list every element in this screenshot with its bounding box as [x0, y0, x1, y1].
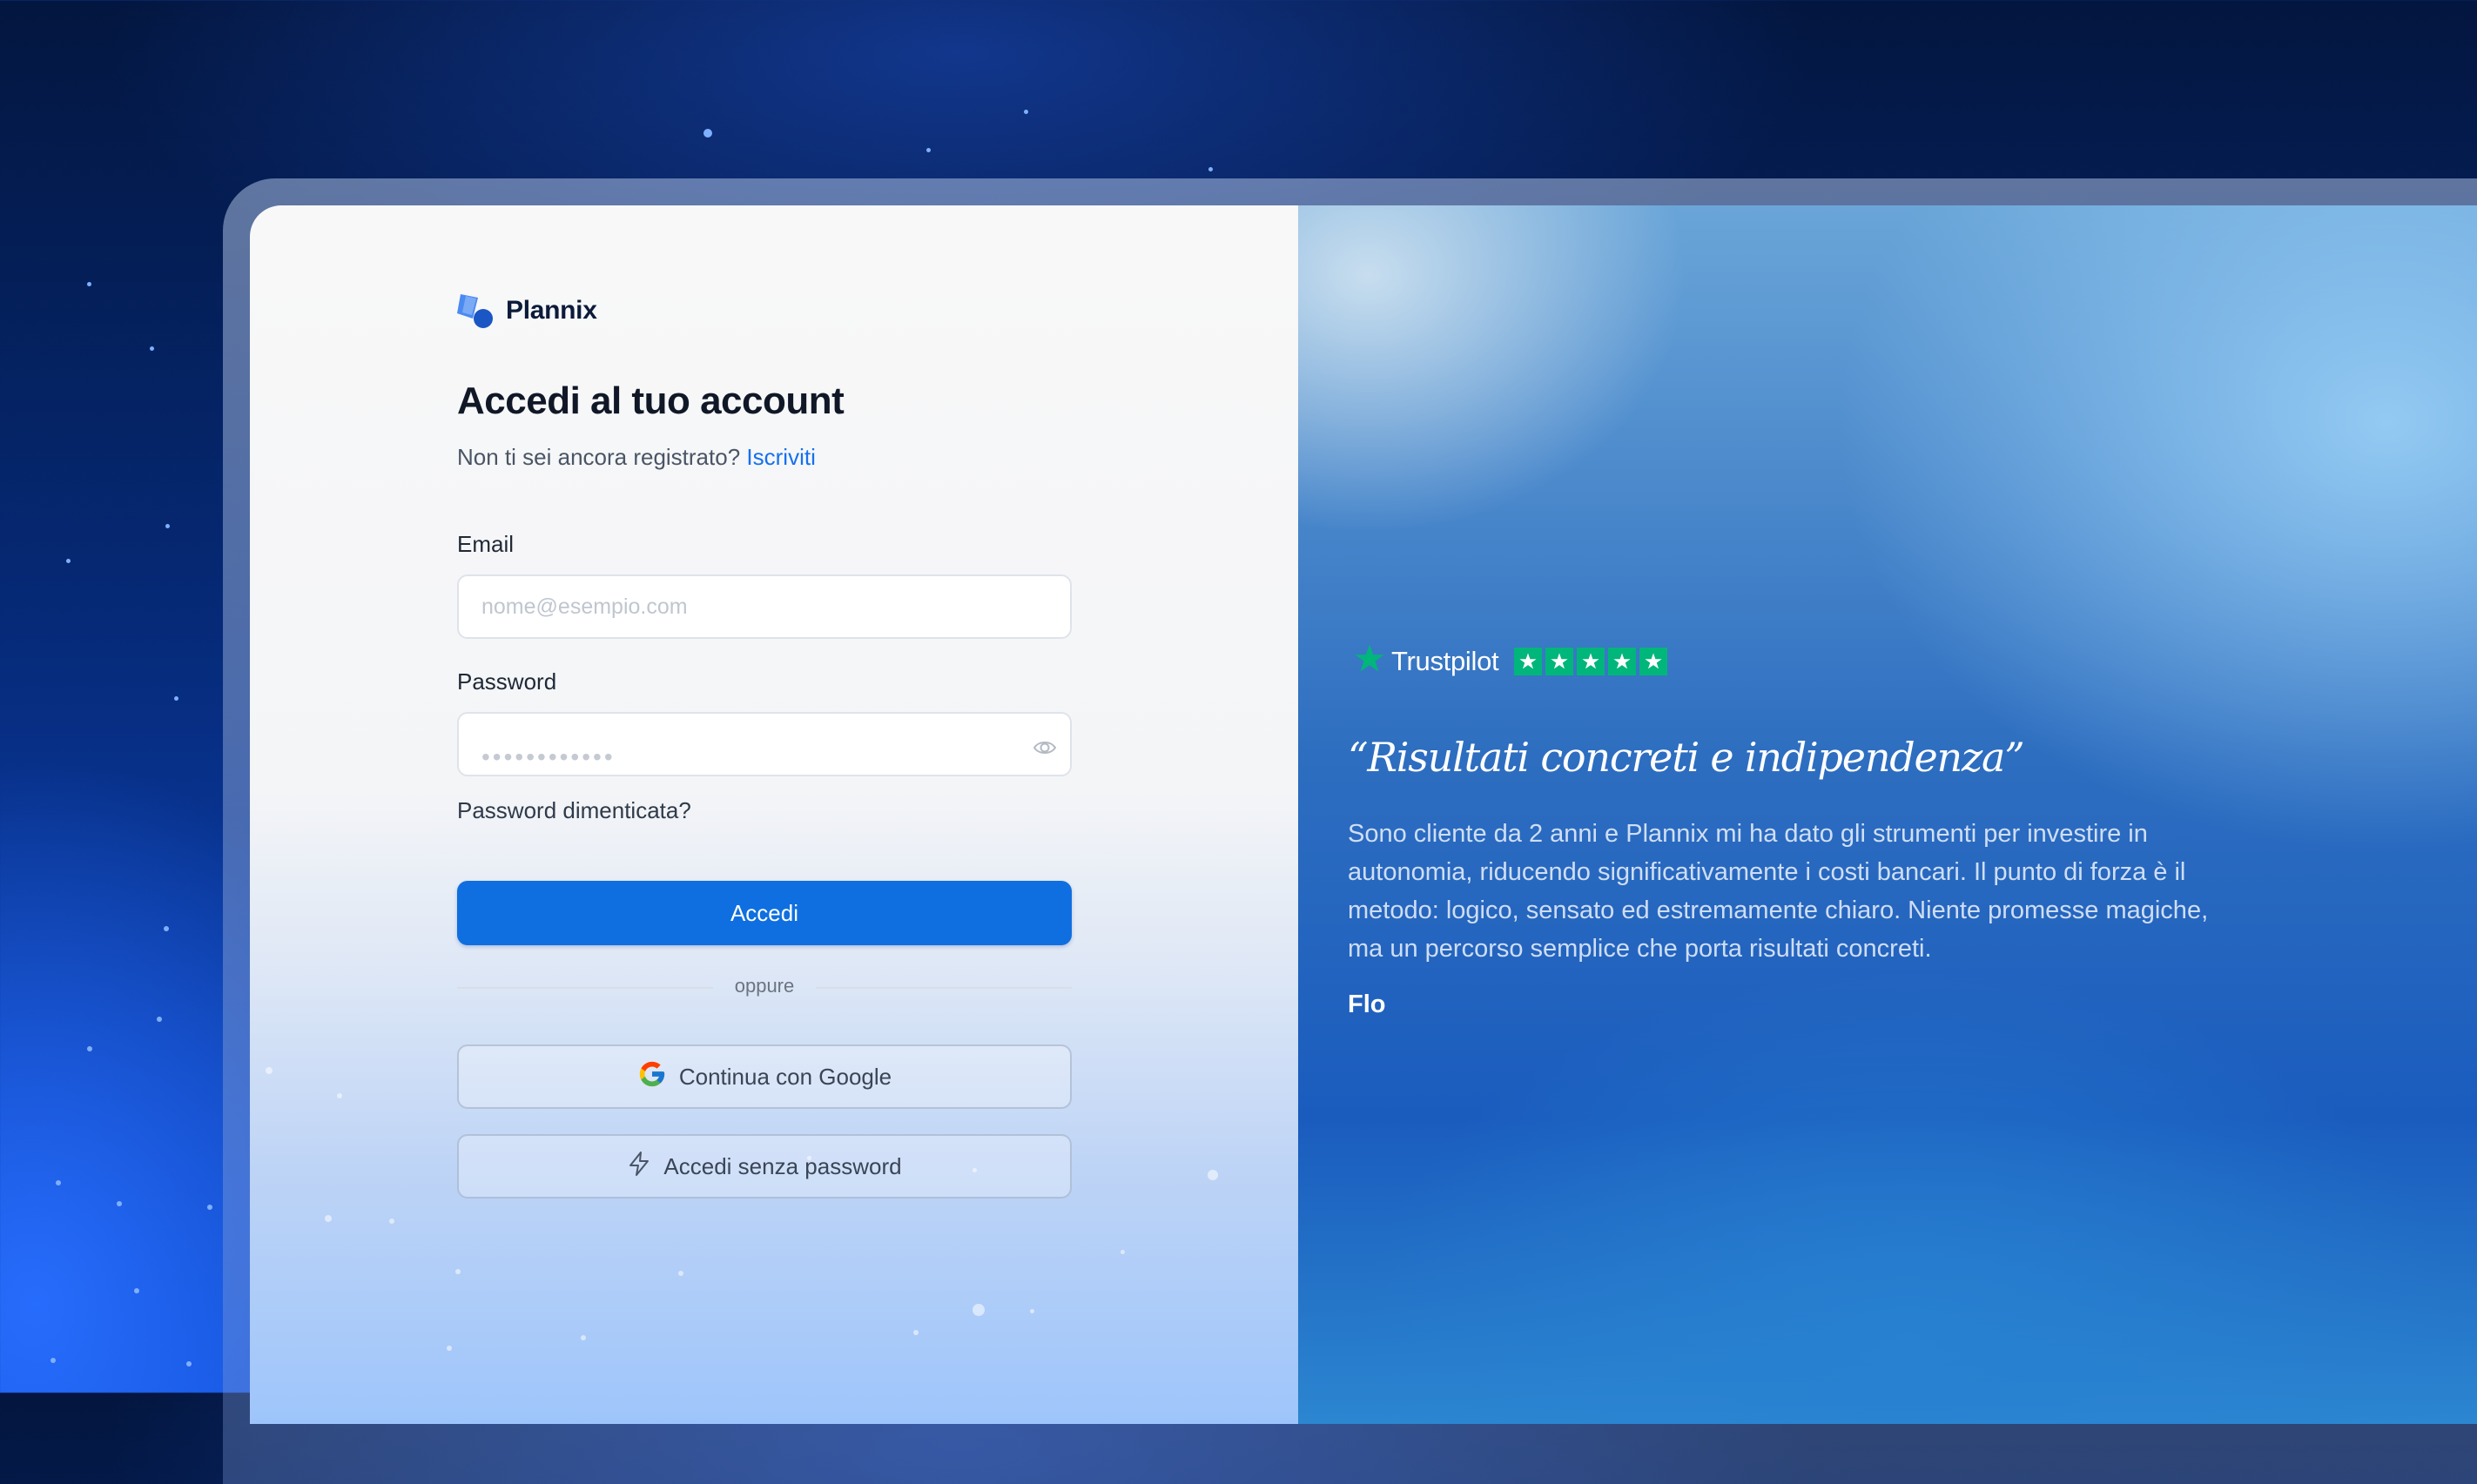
signup-prompt: Non ti sei ancora registrato? Iscriviti — [457, 444, 816, 471]
rating-star-icon — [1545, 647, 1574, 675]
background-star — [174, 696, 178, 701]
google-signin-button[interactable]: Continua con Google — [457, 1044, 1072, 1109]
background-star — [165, 524, 170, 528]
google-signin-label: Continua con Google — [678, 1063, 892, 1090]
spark — [337, 1093, 342, 1098]
forgot-password-link[interactable]: Password dimenticata? — [457, 797, 691, 824]
background-star — [1208, 167, 1213, 171]
rating-star-icon — [1639, 647, 1668, 675]
login-panel: Plannix Accedi al tuo account Non ti sei… — [250, 205, 1298, 1424]
trustpilot-brand: Trustpilot — [1353, 642, 1499, 680]
background-star — [186, 1361, 192, 1366]
passwordless-signin-button[interactable]: Accedi senza password — [457, 1134, 1072, 1199]
spark — [325, 1215, 332, 1222]
brand-name: Plannix — [506, 296, 597, 325]
background-star — [50, 1358, 56, 1363]
divider-text: oppure — [734, 975, 795, 997]
passwordless-signin-label: Accedi senza password — [663, 1152, 902, 1179]
page-title: Accedi al tuo account — [457, 379, 845, 422]
background-star — [164, 926, 169, 931]
lightning-icon — [627, 1151, 651, 1183]
password-label: Password — [457, 668, 557, 695]
background-star — [1024, 110, 1028, 114]
spark — [1208, 1170, 1218, 1180]
testimonial-author: Flo — [1348, 990, 1386, 1018]
spark — [266, 1067, 273, 1074]
rating-star-icon — [1514, 647, 1543, 675]
spark — [455, 1269, 461, 1274]
background-star — [117, 1201, 122, 1206]
background-star — [207, 1205, 212, 1210]
background-star — [157, 1017, 162, 1022]
rating-star-icon — [1608, 647, 1637, 675]
background-star — [703, 129, 712, 138]
google-icon — [637, 1059, 667, 1095]
background-star — [87, 1046, 92, 1051]
or-divider: oppure — [457, 917, 1072, 1004]
brand-logo: Plannix — [457, 291, 597, 331]
trustpilot-rating: Trustpilot — [1353, 642, 1668, 680]
background-star — [150, 346, 154, 351]
testimonial-quote: “Risultati concreti e indipendenza” — [1348, 734, 2025, 781]
spark — [581, 1335, 586, 1340]
testimonial-text: Sono cliente da 2 anni e Plannix mi ha d… — [1348, 820, 2209, 963]
spark — [1121, 1250, 1125, 1254]
background-star — [87, 282, 91, 286]
trustpilot-name: Trustpilot — [1391, 645, 1499, 676]
spark — [678, 1271, 683, 1276]
signup-link[interactable]: Iscriviti — [746, 444, 815, 470]
spark — [973, 1304, 985, 1316]
email-field[interactable] — [457, 574, 1072, 639]
background-star — [134, 1288, 139, 1293]
password-mask: •••••••••••• — [481, 743, 616, 770]
background-star — [926, 148, 931, 152]
spark — [389, 1219, 394, 1224]
background-star — [66, 559, 71, 563]
email-label: Email — [457, 531, 515, 557]
spark — [1030, 1309, 1034, 1313]
signup-prompt-text: Non ti sei ancora registrato? — [457, 444, 741, 470]
star-rating — [1514, 647, 1668, 675]
spark — [447, 1346, 452, 1351]
eye-icon[interactable] — [1032, 735, 1058, 761]
rating-star-icon — [1577, 647, 1605, 675]
background-star — [56, 1180, 61, 1185]
spark — [913, 1330, 919, 1335]
plannix-logo-icon — [457, 291, 497, 331]
trustpilot-star-icon — [1353, 642, 1386, 680]
divider-line-right — [816, 987, 1072, 989]
